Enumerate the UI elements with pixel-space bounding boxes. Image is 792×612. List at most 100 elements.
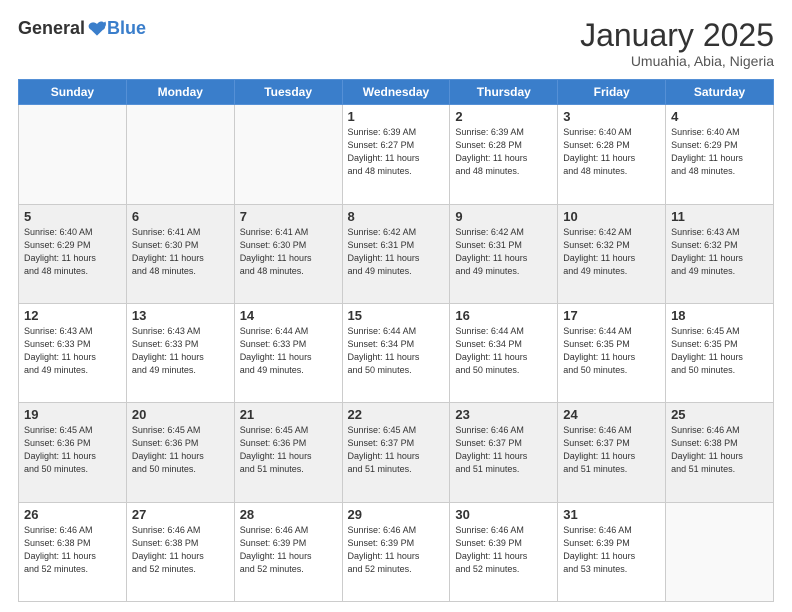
day-info: Sunrise: 6:42 AMSunset: 6:31 PMDaylight:… bbox=[348, 226, 445, 278]
table-row: 26 Sunrise: 6:46 AMSunset: 6:38 PMDayligh… bbox=[19, 502, 127, 601]
header: General Blue January 2025 Umuahia, Abia,… bbox=[18, 18, 774, 69]
day-info: Sunrise: 6:43 AMSunset: 6:33 PMDaylight:… bbox=[132, 325, 229, 377]
table-row: 4 Sunrise: 6:40 AMSunset: 6:29 PMDaylight… bbox=[666, 105, 774, 204]
table-row: 17 Sunrise: 6:44 AMSunset: 6:35 PMDayligh… bbox=[558, 303, 666, 402]
table-row: 16Sunrise: 6:44 AMSunset: 6:34 PMDayligh… bbox=[450, 303, 558, 402]
day-info: Sunrise: 6:46 AMSunset: 6:37 PMDaylight:… bbox=[563, 424, 660, 476]
table-row: 10Sunrise: 6:42 AMSunset: 6:32 PMDayligh… bbox=[558, 204, 666, 303]
calendar-week-row: 5 Sunrise: 6:40 AMSunset: 6:29 PMDaylight… bbox=[19, 204, 774, 303]
day-info: Sunrise: 6:46 AMSunset: 6:37 PMDaylight:… bbox=[455, 424, 552, 476]
day-number: 9 bbox=[455, 209, 552, 224]
day-number: 3 bbox=[563, 109, 660, 124]
day-number: 18 bbox=[671, 308, 768, 323]
table-row: 3 Sunrise: 6:40 AMSunset: 6:28 PMDaylight… bbox=[558, 105, 666, 204]
table-row: 23 Sunrise: 6:46 AMSunset: 6:37 PMDayligh… bbox=[450, 403, 558, 502]
table-row bbox=[19, 105, 127, 204]
day-number: 31 bbox=[563, 507, 660, 522]
day-number: 22 bbox=[348, 407, 445, 422]
day-number: 7 bbox=[240, 209, 337, 224]
logo: General Blue bbox=[18, 18, 146, 39]
day-info: Sunrise: 6:43 AMSunset: 6:33 PMDaylight:… bbox=[24, 325, 121, 377]
calendar-week-row: 19 Sunrise: 6:45 AMSunset: 6:36 PMDayligh… bbox=[19, 403, 774, 502]
table-row: 5 Sunrise: 6:40 AMSunset: 6:29 PMDaylight… bbox=[19, 204, 127, 303]
day-number: 19 bbox=[24, 407, 121, 422]
day-info: Sunrise: 6:42 AMSunset: 6:32 PMDaylight:… bbox=[563, 226, 660, 278]
day-info: Sunrise: 6:46 AMSunset: 6:39 PMDaylight:… bbox=[455, 524, 552, 576]
day-number: 1 bbox=[348, 109, 445, 124]
logo-bird-icon bbox=[87, 19, 107, 39]
table-row: 14Sunrise: 6:44 AMSunset: 6:33 PMDayligh… bbox=[234, 303, 342, 402]
title-block: January 2025 Umuahia, Abia, Nigeria bbox=[580, 18, 774, 69]
table-row: 18 Sunrise: 6:45 AMSunset: 6:35 PMDayligh… bbox=[666, 303, 774, 402]
calendar-table: Sunday Monday Tuesday Wednesday Thursday… bbox=[18, 79, 774, 602]
day-info: Sunrise: 6:46 AMSunset: 6:38 PMDaylight:… bbox=[671, 424, 768, 476]
day-number: 4 bbox=[671, 109, 768, 124]
table-row: 20 Sunrise: 6:45 AMSunset: 6:36 PMDayligh… bbox=[126, 403, 234, 502]
day-number: 5 bbox=[24, 209, 121, 224]
day-number: 17 bbox=[563, 308, 660, 323]
day-info: Sunrise: 6:45 AMSunset: 6:37 PMDaylight:… bbox=[348, 424, 445, 476]
col-tuesday: Tuesday bbox=[234, 80, 342, 105]
day-number: 23 bbox=[455, 407, 552, 422]
day-info: Sunrise: 6:40 AMSunset: 6:29 PMDaylight:… bbox=[671, 126, 768, 178]
day-info: Sunrise: 6:40 AMSunset: 6:29 PMDaylight:… bbox=[24, 226, 121, 278]
day-info: Sunrise: 6:39 AMSunset: 6:28 PMDaylight:… bbox=[455, 126, 552, 178]
day-info: Sunrise: 6:44 AMSunset: 6:34 PMDaylight:… bbox=[455, 325, 552, 377]
location-title: Umuahia, Abia, Nigeria bbox=[580, 53, 774, 69]
table-row: 21 Sunrise: 6:45 AMSunset: 6:36 PMDayligh… bbox=[234, 403, 342, 502]
day-info: Sunrise: 6:46 AMSunset: 6:38 PMDaylight:… bbox=[132, 524, 229, 576]
calendar-header-row: Sunday Monday Tuesday Wednesday Thursday… bbox=[19, 80, 774, 105]
day-number: 13 bbox=[132, 308, 229, 323]
col-sunday: Sunday bbox=[19, 80, 127, 105]
day-info: Sunrise: 6:45 AMSunset: 6:36 PMDaylight:… bbox=[132, 424, 229, 476]
table-row: 19 Sunrise: 6:45 AMSunset: 6:36 PMDayligh… bbox=[19, 403, 127, 502]
day-info: Sunrise: 6:45 AMSunset: 6:35 PMDaylight:… bbox=[671, 325, 768, 377]
table-row: 12Sunrise: 6:43 AMSunset: 6:33 PMDayligh… bbox=[19, 303, 127, 402]
calendar-week-row: 1Sunrise: 6:39 AMSunset: 6:27 PMDaylight… bbox=[19, 105, 774, 204]
col-wednesday: Wednesday bbox=[342, 80, 450, 105]
calendar-week-row: 26 Sunrise: 6:46 AMSunset: 6:38 PMDayligh… bbox=[19, 502, 774, 601]
table-row: 31Sunrise: 6:46 AMSunset: 6:39 PMDayligh… bbox=[558, 502, 666, 601]
day-number: 30 bbox=[455, 507, 552, 522]
day-number: 26 bbox=[24, 507, 121, 522]
col-friday: Friday bbox=[558, 80, 666, 105]
day-number: 29 bbox=[348, 507, 445, 522]
table-row: 24 Sunrise: 6:46 AMSunset: 6:37 PMDayligh… bbox=[558, 403, 666, 502]
day-number: 14 bbox=[240, 308, 337, 323]
day-info: Sunrise: 6:44 AMSunset: 6:35 PMDaylight:… bbox=[563, 325, 660, 377]
table-row: 13 Sunrise: 6:43 AMSunset: 6:33 PMDayligh… bbox=[126, 303, 234, 402]
table-row bbox=[234, 105, 342, 204]
table-row: 6Sunrise: 6:41 AMSunset: 6:30 PMDaylight… bbox=[126, 204, 234, 303]
table-row: 30 Sunrise: 6:46 AMSunset: 6:39 PMDayligh… bbox=[450, 502, 558, 601]
table-row: 1Sunrise: 6:39 AMSunset: 6:27 PMDaylight… bbox=[342, 105, 450, 204]
day-info: Sunrise: 6:44 AMSunset: 6:34 PMDaylight:… bbox=[348, 325, 445, 377]
day-info: Sunrise: 6:46 AMSunset: 6:39 PMDaylight:… bbox=[348, 524, 445, 576]
day-number: 27 bbox=[132, 507, 229, 522]
day-info: Sunrise: 6:46 AMSunset: 6:38 PMDaylight:… bbox=[24, 524, 121, 576]
day-number: 2 bbox=[455, 109, 552, 124]
day-info: Sunrise: 6:40 AMSunset: 6:28 PMDaylight:… bbox=[563, 126, 660, 178]
col-thursday: Thursday bbox=[450, 80, 558, 105]
day-info: Sunrise: 6:45 AMSunset: 6:36 PMDaylight:… bbox=[24, 424, 121, 476]
table-row: 9Sunrise: 6:42 AMSunset: 6:31 PMDaylight… bbox=[450, 204, 558, 303]
table-row bbox=[126, 105, 234, 204]
day-number: 11 bbox=[671, 209, 768, 224]
day-number: 24 bbox=[563, 407, 660, 422]
table-row: 28Sunrise: 6:46 AMSunset: 6:39 PMDayligh… bbox=[234, 502, 342, 601]
day-number: 25 bbox=[671, 407, 768, 422]
day-info: Sunrise: 6:45 AMSunset: 6:36 PMDaylight:… bbox=[240, 424, 337, 476]
day-number: 20 bbox=[132, 407, 229, 422]
day-info: Sunrise: 6:41 AMSunset: 6:30 PMDaylight:… bbox=[240, 226, 337, 278]
table-row: 25 Sunrise: 6:46 AMSunset: 6:38 PMDayligh… bbox=[666, 403, 774, 502]
table-row: 27 Sunrise: 6:46 AMSunset: 6:38 PMDayligh… bbox=[126, 502, 234, 601]
table-row: 8Sunrise: 6:42 AMSunset: 6:31 PMDaylight… bbox=[342, 204, 450, 303]
day-info: Sunrise: 6:43 AMSunset: 6:32 PMDaylight:… bbox=[671, 226, 768, 278]
day-info: Sunrise: 6:46 AMSunset: 6:39 PMDaylight:… bbox=[240, 524, 337, 576]
table-row: 22 Sunrise: 6:45 AMSunset: 6:37 PMDayligh… bbox=[342, 403, 450, 502]
table-row: 7 Sunrise: 6:41 AMSunset: 6:30 PMDaylight… bbox=[234, 204, 342, 303]
table-row: 29 Sunrise: 6:46 AMSunset: 6:39 PMDayligh… bbox=[342, 502, 450, 601]
logo-general-text: General bbox=[18, 18, 85, 39]
logo-blue-text: Blue bbox=[107, 18, 146, 39]
calendar-week-row: 12Sunrise: 6:43 AMSunset: 6:33 PMDayligh… bbox=[19, 303, 774, 402]
day-number: 21 bbox=[240, 407, 337, 422]
